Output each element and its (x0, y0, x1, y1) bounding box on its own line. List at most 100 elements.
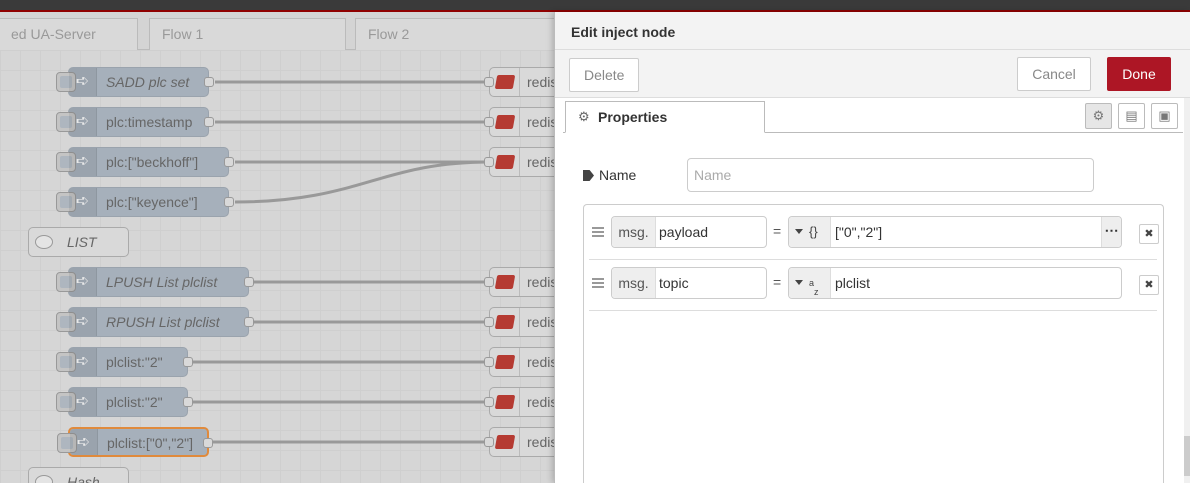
inject-arrow-icon: ➪ (69, 308, 97, 336)
delete-button[interactable]: Delete (569, 58, 640, 92)
redis-node[interactable]: redis (484, 107, 558, 137)
property-value-field[interactable]: az plclist (788, 267, 1122, 299)
redis-node[interactable]: redis (484, 267, 558, 297)
redis-node[interactable]: redis (484, 67, 558, 97)
drag-handle-icon[interactable] (592, 227, 604, 237)
tray-header: Edit inject node (555, 12, 1190, 50)
comment-node[interactable]: LIST (28, 227, 129, 257)
inject-arrow-icon: ➪ (69, 188, 97, 216)
node-label: plc:timestamp (106, 114, 193, 130)
property-name: topic (659, 275, 689, 291)
inject-node[interactable]: ➪ RPUSH List plclist (56, 307, 254, 337)
redis-icon (494, 395, 516, 409)
inject-arrow-icon: ➪ (70, 429, 98, 455)
redis-node[interactable]: redis (484, 307, 558, 337)
inject-node[interactable]: ➪ plc:["keyence"] (56, 187, 234, 217)
inject-node[interactable]: ➪ plc:["beckhoff"] (56, 147, 234, 177)
node-label: plclist:"2" (106, 354, 163, 370)
tab-ua-server[interactable]: ed UA-Server (0, 18, 138, 50)
property-row: msg. topic = az plclist ✖ (589, 261, 1159, 311)
inject-node[interactable]: ➪ SADD plc set (56, 67, 214, 97)
node-label: plclist:["0","2"] (107, 435, 194, 451)
output-port[interactable] (224, 197, 234, 207)
gear-icon: ⚙ (578, 109, 590, 124)
output-port[interactable] (244, 317, 254, 327)
property-value-field[interactable]: {} ["0","2"] ⋯ (788, 216, 1122, 248)
equals-sign: = (773, 223, 782, 239)
node-label: plc:["keyence"] (106, 194, 198, 210)
output-port[interactable] (183, 357, 193, 367)
property-value: ["0","2"] (835, 224, 883, 240)
output-port[interactable] (183, 397, 193, 407)
inject-node[interactable]: ➪ plc:timestamp (56, 107, 214, 137)
json-icon: {} (809, 224, 818, 239)
output-port[interactable] (244, 277, 254, 287)
done-button[interactable]: Done (1107, 57, 1171, 91)
inject-node[interactable]: ➪ plclist:"2" (56, 347, 193, 377)
comment-node[interactable]: Hash (28, 467, 129, 483)
msg-prefix: msg. (612, 217, 656, 247)
caret-down-icon (795, 229, 803, 234)
description-icon[interactable]: ▤ (1118, 103, 1145, 129)
edit-tray: Edit inject node Delete Cancel Done ⚙ Pr… (554, 12, 1190, 483)
property-value: plclist (835, 275, 871, 291)
output-port[interactable] (204, 117, 214, 127)
drag-handle-icon[interactable] (592, 278, 604, 288)
tray-scrollbar[interactable] (1184, 98, 1190, 483)
inject-node[interactable]: ➪ LPUSH List plclist (56, 267, 254, 297)
redis-icon (494, 355, 516, 369)
flow-canvas[interactable]: ➪ SADD plc set ➪ plc:timestamp ➪ plc:["b… (0, 50, 558, 483)
redis-node[interactable]: redis (484, 427, 558, 457)
tab-flow-2[interactable]: Flow 2 (355, 18, 555, 50)
node-label: redis (527, 74, 558, 90)
tray-toolbar: Delete Cancel Done (555, 50, 1190, 98)
tray-tab-bar: ⚙ Properties ⚙ ▤ ▣ (563, 98, 1183, 133)
property-name-field[interactable]: msg. topic (611, 267, 767, 299)
name-input[interactable] (687, 158, 1094, 192)
name-label-text: Name (599, 167, 637, 183)
wire (234, 160, 491, 204)
expand-editor-button[interactable]: ⋯ (1101, 217, 1121, 247)
output-port[interactable] (224, 157, 234, 167)
flow-workspace: ed UA-Server Flow 1 Flow 2 ➪ SADD plc se… (0, 12, 558, 483)
redis-node[interactable]: redis (484, 387, 558, 417)
remove-row-button[interactable]: ✖ (1139, 224, 1159, 244)
property-name: payload (659, 224, 709, 240)
type-selector[interactable]: az (789, 268, 831, 298)
tag-icon (583, 170, 594, 181)
redis-icon (494, 75, 516, 89)
tab-flow-1[interactable]: Flow 1 (149, 18, 346, 50)
redis-node[interactable]: redis (484, 347, 558, 377)
node-label: plclist:"2" (106, 394, 163, 410)
redis-icon (494, 435, 516, 449)
output-port[interactable] (204, 77, 214, 87)
property-list: msg. payload = {} ["0","2"] ⋯ ✖ msg. top… (583, 204, 1164, 483)
caret-down-icon (795, 280, 803, 285)
redis-node[interactable]: redis (484, 147, 558, 177)
remove-row-button[interactable]: ✖ (1139, 275, 1159, 295)
comment-bubble-icon (35, 235, 53, 249)
node-label: redis (527, 314, 558, 330)
string-icon: az (809, 278, 819, 297)
appearance-icon[interactable]: ▣ (1151, 103, 1178, 129)
node-label: RPUSH List plclist (106, 314, 220, 330)
inject-arrow-icon: ➪ (69, 348, 97, 376)
node-label: redis (527, 394, 558, 410)
tab-properties[interactable]: ⚙ Properties (565, 101, 765, 133)
inject-node[interactable]: ➪ plclist:"2" (56, 387, 193, 417)
comment-label: LIST (67, 234, 97, 250)
inject-node-selected[interactable]: ➪ plclist:["0","2"] (57, 427, 213, 457)
type-selector[interactable]: {} (789, 217, 831, 247)
output-port[interactable] (203, 438, 213, 448)
tray-title: Edit inject node (571, 24, 676, 40)
node-label: redis (527, 354, 558, 370)
node-label: SADD plc set (106, 74, 190, 90)
equals-sign: = (773, 274, 782, 290)
node-label: redis (527, 154, 558, 170)
node-label: redis (527, 434, 558, 450)
inject-arrow-icon: ➪ (69, 388, 97, 416)
redis-icon (494, 315, 516, 329)
property-name-field[interactable]: msg. payload (611, 216, 767, 248)
cancel-button[interactable]: Cancel (1017, 57, 1091, 91)
node-settings-icon[interactable]: ⚙ (1085, 103, 1112, 129)
